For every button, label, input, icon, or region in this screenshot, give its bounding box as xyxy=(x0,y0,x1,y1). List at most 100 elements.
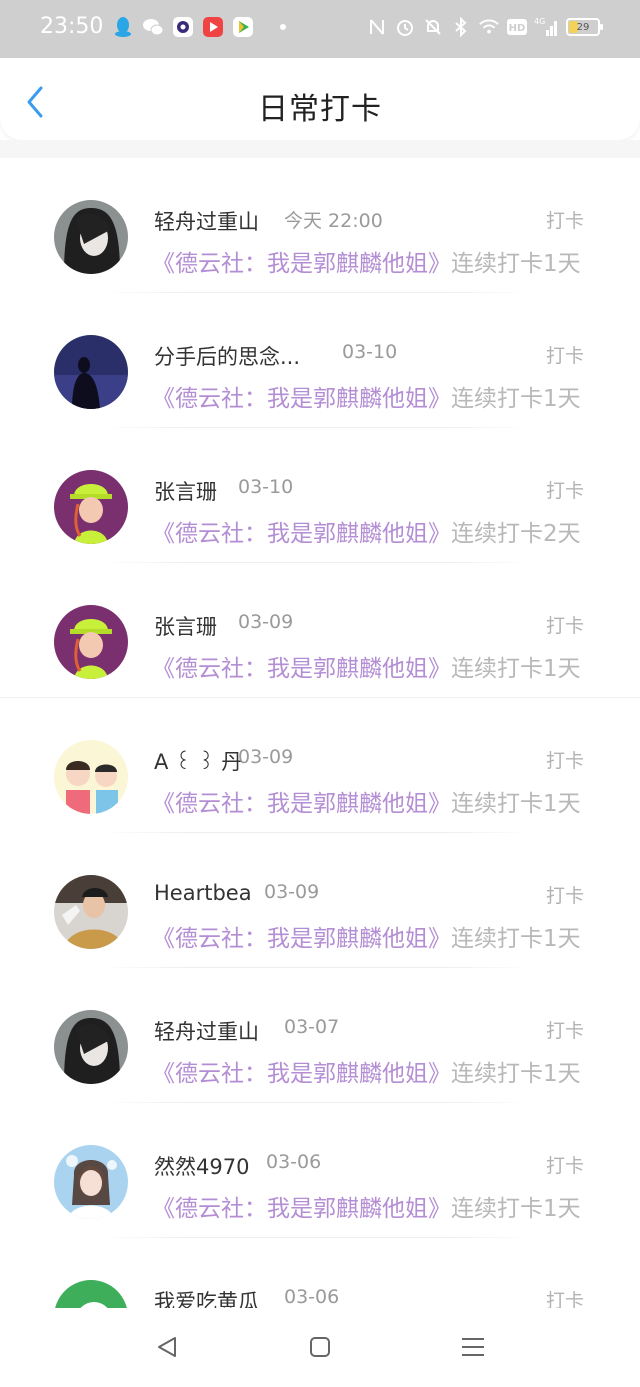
list-item[interactable]: 我爱吃黄瓜 03-06 打卡 xyxy=(0,1238,640,1308)
checkin-detail: 《德云社：我是郭麒麟他姐》连续打卡2天 xyxy=(152,514,581,548)
checkin-date: 03-07 xyxy=(284,1016,340,1038)
checkin-detail: 《德云社：我是郭麒麟他姐》连续打卡1天 xyxy=(152,784,581,818)
triangle-back-icon xyxy=(158,1337,176,1357)
battery-level: 29 xyxy=(576,21,590,33)
book-title-link[interactable]: 《德云社：我是郭麒麟他姐》 xyxy=(152,791,451,817)
mute-icon xyxy=(422,16,444,38)
avatar[interactable] xyxy=(54,740,128,814)
status-bar: 23:50 HD 4G 29 xyxy=(0,0,640,58)
checkin-date: 03-06 xyxy=(284,1286,340,1308)
streak-text: 连续打卡1天 xyxy=(451,926,581,952)
book-title-link[interactable]: 《德云社：我是郭麒麟他姐》 xyxy=(152,1061,451,1087)
book-title-link[interactable]: 《德云社：我是郭麒麟他姐》 xyxy=(152,521,451,547)
avatar[interactable] xyxy=(54,1280,128,1308)
checkin-detail: 《德云社：我是郭麒麟他姐》连续打卡1天 xyxy=(152,919,581,953)
checkin-label: 打卡 xyxy=(545,480,584,502)
checkin-label: 打卡 xyxy=(545,615,584,637)
list-item[interactable]: Heartbea 03-09 打卡 《德云社：我是郭麒麟他姐》连续打卡1天 xyxy=(0,833,640,968)
wifi-icon xyxy=(478,16,500,38)
list-item[interactable]: 分手后的思念... 03-10 打卡 《德云社：我是郭麒麟他姐》连续打卡1天 xyxy=(0,293,640,428)
user-name[interactable]: Heartbea xyxy=(154,881,252,905)
user-name[interactable]: A ꒰ ꒱ 丹 xyxy=(154,746,242,776)
checkin-date: 03-09 xyxy=(238,746,294,768)
checkin-date: 03-09 xyxy=(264,881,320,903)
battery-icon: 29 xyxy=(566,18,603,36)
avatar[interactable] xyxy=(54,605,128,679)
checkin-date: 03-06 xyxy=(266,1151,322,1173)
book-title-link[interactable]: 《德云社：我是郭麒麟他姐》 xyxy=(152,1196,451,1222)
play-icon xyxy=(232,16,254,38)
user-name[interactable]: 轻舟过重山 xyxy=(154,206,259,236)
app-circle-icon xyxy=(172,16,194,38)
streak-text: 连续打卡1天 xyxy=(451,791,581,817)
checkin-detail: 《德云社：我是郭麒麟他姐》连续打卡1天 xyxy=(152,649,581,683)
bluetooth-icon xyxy=(450,16,472,38)
checkin-label: 打卡 xyxy=(545,1020,584,1042)
checkin-list: 轻舟过重山 今天 22:00 打卡 《德云社：我是郭麒麟他姐》连续打卡1天 分手… xyxy=(0,158,640,1308)
checkin-date: 03-09 xyxy=(238,611,294,633)
streak-text: 连续打卡1天 xyxy=(451,386,581,412)
checkin-label: 打卡 xyxy=(545,210,584,232)
list-item[interactable]: A ꒰ ꒱ 丹 03-09 打卡 《德云社：我是郭麒麟他姐》连续打卡1天 xyxy=(0,698,640,833)
checkin-detail: 《德云社：我是郭麒麟他姐》连续打卡1天 xyxy=(152,379,581,413)
avatar[interactable] xyxy=(54,200,128,274)
book-title-link[interactable]: 《德云社：我是郭麒麟他姐》 xyxy=(152,386,451,412)
system-icons: HD 4G 29 xyxy=(366,16,603,38)
user-name[interactable]: 然然4970 xyxy=(154,1151,249,1181)
list-item[interactable]: 然然4970 03-06 打卡 《德云社：我是郭麒麟他姐》连续打卡1天 xyxy=(0,1103,640,1238)
list-item[interactable]: 轻舟过重山 今天 22:00 打卡 《德云社：我是郭麒麟他姐》连续打卡1天 xyxy=(0,158,640,293)
book-title-link[interactable]: 《德云社：我是郭麒麟他姐》 xyxy=(152,656,451,682)
avatar[interactable] xyxy=(54,335,128,409)
checkin-date: 03-10 xyxy=(342,341,398,363)
streak-text: 连续打卡1天 xyxy=(451,1196,581,1222)
qq-icon xyxy=(112,16,134,38)
checkin-label: 打卡 xyxy=(545,345,584,367)
checkin-date: 03-10 xyxy=(238,476,294,498)
user-name[interactable]: 轻舟过重山 xyxy=(154,1016,259,1046)
svg-text:HD: HD xyxy=(509,23,526,34)
user-name[interactable]: 我爱吃黄瓜 xyxy=(154,1286,259,1308)
video-icon xyxy=(202,16,224,38)
list-item[interactable]: 张言珊 03-09 打卡 《德云社：我是郭麒麟他姐》连续打卡1天 xyxy=(0,563,640,698)
signal-icon: 4G xyxy=(534,16,560,38)
checkin-date: 今天 22:00 xyxy=(284,210,383,232)
checkin-label: 打卡 xyxy=(545,1290,584,1308)
checkin-detail: 《德云社：我是郭麒麟他姐》连续打卡1天 xyxy=(152,244,581,278)
user-name[interactable]: 分手后的思念... xyxy=(154,341,300,371)
streak-text: 连续打卡2天 xyxy=(451,521,581,547)
avatar[interactable] xyxy=(54,875,128,949)
nfc-icon xyxy=(366,16,388,38)
list-item[interactable]: 张言珊 03-10 打卡 《德云社：我是郭麒麟他姐》连续打卡2天 xyxy=(0,428,640,563)
header-separator xyxy=(0,140,640,158)
book-title-link[interactable]: 《德云社：我是郭麒麟他姐》 xyxy=(152,251,451,277)
avatar[interactable] xyxy=(54,1145,128,1219)
streak-text: 连续打卡1天 xyxy=(451,1061,581,1087)
streak-text: 连续打卡1天 xyxy=(451,656,581,682)
nav-home-button[interactable] xyxy=(305,1334,335,1360)
wechat-icon xyxy=(142,16,164,38)
menu-lines-icon xyxy=(462,1338,484,1356)
nav-menu-button[interactable] xyxy=(458,1334,488,1360)
system-nav-bar xyxy=(0,1308,640,1387)
checkin-label: 打卡 xyxy=(545,885,584,907)
square-home-icon xyxy=(310,1337,330,1357)
avatar[interactable] xyxy=(54,1010,128,1084)
app-header: 日常打卡 xyxy=(0,58,640,140)
checkin-detail: 《德云社：我是郭麒麟他姐》连续打卡1天 xyxy=(152,1054,581,1088)
streak-text: 连续打卡1天 xyxy=(451,251,581,277)
checkin-detail: 《德云社：我是郭麒麟他姐》连续打卡1天 xyxy=(152,1189,581,1223)
checkin-label: 打卡 xyxy=(545,1155,584,1177)
notification-icons xyxy=(112,16,286,38)
user-name[interactable]: 张言珊 xyxy=(154,476,217,506)
alarm-icon xyxy=(394,16,416,38)
checkin-label: 打卡 xyxy=(545,750,584,772)
user-name[interactable]: 张言珊 xyxy=(154,611,217,641)
book-title-link[interactable]: 《德云社：我是郭麒麟他姐》 xyxy=(152,926,451,952)
list-item[interactable]: 轻舟过重山 03-07 打卡 《德云社：我是郭麒麟他姐》连续打卡1天 xyxy=(0,968,640,1103)
avatar[interactable] xyxy=(54,470,128,544)
hd-icon: HD xyxy=(506,16,528,38)
status-time: 23:50 xyxy=(40,14,104,39)
nav-back-button[interactable] xyxy=(152,1334,182,1360)
svg-text:4G: 4G xyxy=(534,17,545,26)
page-title: 日常打卡 xyxy=(258,92,382,127)
